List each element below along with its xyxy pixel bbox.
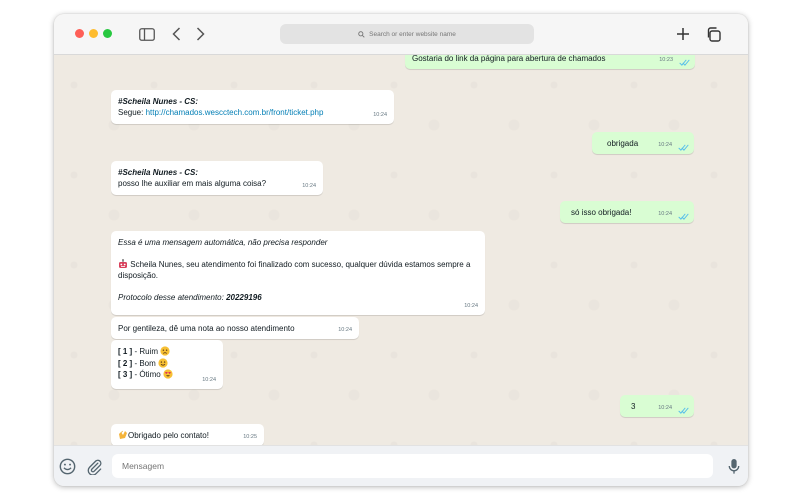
- address-bar[interactable]: Search or enter website name: [280, 24, 534, 44]
- outgoing-message: só isso obrigada! 10:24: [560, 201, 694, 223]
- clapping-hands-icon: [119, 430, 127, 439]
- message-time: 10:24: [373, 112, 387, 118]
- auto-message-body: Scheila Nunes, seu atendimento foi final…: [118, 260, 471, 280]
- rating-option: [ 2 ] - Bom: [118, 357, 216, 370]
- zoom-window-button[interactable]: [103, 29, 112, 38]
- tab-overview-icon[interactable]: [702, 23, 724, 45]
- incoming-message: Obrigado pelo contato! 10:25: [111, 424, 264, 446]
- auto-message-notice: Essa é uma mensagem automática, não prec…: [118, 238, 328, 247]
- rating-label: - Ótimo: [132, 370, 161, 379]
- read-ticks-icon: [678, 144, 689, 151]
- sad-face-icon: [160, 346, 170, 356]
- message-composer: [54, 445, 748, 486]
- browser-window: Search or enter website name Gostaria do…: [54, 14, 748, 486]
- browser-toolbar: Search or enter website name: [54, 14, 748, 55]
- rating-number: [ 3 ]: [118, 370, 133, 379]
- outgoing-message: 3 10:24: [620, 395, 694, 417]
- sidebar-toggle-icon[interactable]: [136, 23, 158, 45]
- message-time: 10:24: [658, 211, 672, 217]
- incoming-message: [ 1 ] - Ruim [ 2 ] - Bom [ 3 ] - Ótimo 1…: [111, 340, 223, 389]
- message-text: Por gentileza, dê uma nota ao nosso aten…: [118, 324, 295, 333]
- chat-area[interactable]: Gostaria do link da página para abertura…: [54, 55, 748, 446]
- rating-label: - Bom: [132, 358, 156, 368]
- message-sender: #Scheila Nunes - CS:: [118, 97, 199, 106]
- outgoing-message: obrigada 10:24: [592, 132, 694, 154]
- address-placeholder: Search or enter website name: [369, 30, 456, 38]
- incoming-message: #Scheila Nunes - CS: posso lhe auxiliar …: [111, 161, 323, 195]
- minimize-window-button[interactable]: [89, 29, 98, 38]
- incoming-message: #Scheila Nunes - CS: Segue: http://chama…: [111, 90, 394, 124]
- message-input[interactable]: [112, 454, 713, 478]
- read-ticks-icon: [678, 407, 689, 414]
- close-window-button[interactable]: [75, 29, 84, 38]
- message-text: só isso obrigada!: [571, 208, 632, 217]
- microphone-icon[interactable]: [724, 456, 744, 476]
- back-arrow-icon[interactable]: [167, 23, 185, 45]
- message-time: 10:24: [338, 327, 352, 333]
- protocol-number: 20229196: [226, 293, 262, 302]
- message-text: obrigada: [607, 139, 639, 148]
- message-sender: #Scheila Nunes - CS:: [118, 168, 199, 177]
- message-time: 10:24: [658, 142, 672, 148]
- new-tab-icon[interactable]: [672, 23, 694, 45]
- message-time: 10:24: [658, 405, 672, 411]
- message-time: 10:24: [464, 303, 478, 309]
- read-ticks-icon: [678, 213, 689, 220]
- forward-arrow-icon[interactable]: [191, 23, 209, 45]
- message-time: 10:24: [202, 376, 216, 383]
- rating-number: [ 2 ]: [118, 358, 133, 368]
- emoji-icon[interactable]: [57, 456, 77, 476]
- robot-icon: [119, 259, 127, 268]
- message-text: Obrigado pelo contato!: [128, 431, 209, 440]
- incoming-message: Por gentileza, dê uma nota ao nosso aten…: [111, 317, 359, 339]
- outgoing-message: Gostaria do link da página para abertura…: [405, 55, 695, 69]
- search-icon: [358, 30, 365, 38]
- incoming-message: Essa é uma mensagem automática, não prec…: [111, 231, 485, 315]
- ticket-link[interactable]: http://chamados.wescctech.com.br/front/t…: [146, 108, 324, 117]
- message-time: 10:24: [302, 183, 316, 189]
- heart-eyes-face-icon: [163, 369, 173, 379]
- attach-icon[interactable]: [84, 456, 104, 476]
- message-prefix: Segue:: [118, 108, 146, 117]
- message-text: Gostaria do link da página para abertura…: [412, 55, 606, 63]
- read-ticks-icon: [679, 59, 690, 66]
- rating-number: [ 1 ]: [118, 347, 133, 356]
- message-text: posso lhe auxiliar em mais alguma coisa?: [118, 179, 267, 188]
- rating-label: - Ruim: [132, 347, 159, 356]
- message-time: 10:23: [659, 57, 673, 63]
- rating-option: [ 1 ] - Ruim: [118, 346, 216, 358]
- message-text: 3: [631, 402, 636, 411]
- smiling-face-icon: [158, 357, 168, 368]
- protocol-label: Protocolo desse atendimento:: [118, 293, 227, 302]
- message-time: 10:25: [243, 434, 257, 440]
